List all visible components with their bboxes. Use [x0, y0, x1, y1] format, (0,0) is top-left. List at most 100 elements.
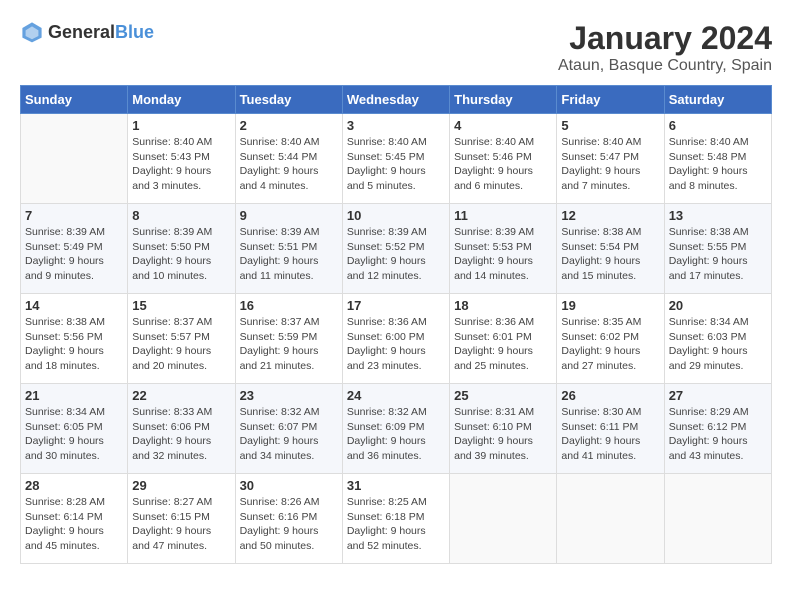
- day-number: 3: [347, 118, 445, 133]
- calendar-cell: 22Sunrise: 8:33 AM Sunset: 6:06 PM Dayli…: [128, 384, 235, 474]
- day-info: Sunrise: 8:34 AM Sunset: 6:05 PM Dayligh…: [25, 405, 123, 464]
- calendar-header-sunday: Sunday: [21, 86, 128, 114]
- day-number: 25: [454, 388, 552, 403]
- day-number: 27: [669, 388, 767, 403]
- day-info: Sunrise: 8:33 AM Sunset: 6:06 PM Dayligh…: [132, 405, 230, 464]
- calendar-cell: 17 Sunrise: 8:36 AM Sunset: 6:00 PM Dayli…: [342, 294, 449, 384]
- day-info: Sunrise: 8:34 AM Sunset: 6:03 PM Dayligh…: [669, 315, 767, 374]
- day-info: Sunrise: 8:40 AM Sunset: 5:44 PM Dayligh…: [240, 135, 338, 194]
- day-info: Sunrise: 8:30 AM Sunset: 6:11 PM Dayligh…: [561, 405, 659, 464]
- calendar-week-4: 21Sunrise: 8:34 AM Sunset: 6:05 PM Dayli…: [21, 384, 772, 474]
- calendar-cell: 6 Sunrise: 8:40 AM Sunset: 5:48 PM Daylig…: [664, 114, 771, 204]
- day-info: Sunrise: 8:25 AM Sunset: 6:18 PM Dayligh…: [347, 495, 445, 554]
- day-number: 4: [454, 118, 552, 133]
- calendar-cell: 8 Sunrise: 8:39 AM Sunset: 5:50 PM Daylig…: [128, 204, 235, 294]
- header: GeneralBlue January 2024 Ataun, Basque C…: [20, 20, 772, 75]
- day-info: Sunrise: 8:27 AM Sunset: 6:15 PM Dayligh…: [132, 495, 230, 554]
- subtitle: Ataun, Basque Country, Spain: [558, 57, 772, 75]
- day-number: 20: [669, 298, 767, 313]
- calendar-week-1: 1 Sunrise: 8:40 AM Sunset: 5:43 PM Daylig…: [21, 114, 772, 204]
- day-number: 30: [240, 478, 338, 493]
- calendar-cell: 18 Sunrise: 8:36 AM Sunset: 6:01 PM Dayli…: [450, 294, 557, 384]
- calendar-header-wednesday: Wednesday: [342, 86, 449, 114]
- day-info: Sunrise: 8:40 AM Sunset: 5:47 PM Dayligh…: [561, 135, 659, 194]
- day-info: Sunrise: 8:40 AM Sunset: 5:48 PM Dayligh…: [669, 135, 767, 194]
- day-number: 26: [561, 388, 659, 403]
- calendar-week-5: 28Sunrise: 8:28 AM Sunset: 6:14 PM Dayli…: [21, 474, 772, 564]
- day-info: Sunrise: 8:28 AM Sunset: 6:14 PM Dayligh…: [25, 495, 123, 554]
- day-info: Sunrise: 8:40 AM Sunset: 5:43 PM Dayligh…: [132, 135, 230, 194]
- day-info: Sunrise: 8:31 AM Sunset: 6:10 PM Dayligh…: [454, 405, 552, 464]
- calendar-cell: 14Sunrise: 8:38 AM Sunset: 5:56 PM Dayli…: [21, 294, 128, 384]
- day-info: Sunrise: 8:32 AM Sunset: 6:07 PM Dayligh…: [240, 405, 338, 464]
- day-info: Sunrise: 8:35 AM Sunset: 6:02 PM Dayligh…: [561, 315, 659, 374]
- day-info: Sunrise: 8:39 AM Sunset: 5:49 PM Dayligh…: [25, 225, 123, 284]
- day-info: Sunrise: 8:40 AM Sunset: 5:46 PM Dayligh…: [454, 135, 552, 194]
- calendar-cell: 13 Sunrise: 8:38 AM Sunset: 5:55 PM Dayli…: [664, 204, 771, 294]
- day-info: Sunrise: 8:37 AM Sunset: 5:59 PM Dayligh…: [240, 315, 338, 374]
- calendar-cell: 3 Sunrise: 8:40 AM Sunset: 5:45 PM Daylig…: [342, 114, 449, 204]
- calendar-cell: 9 Sunrise: 8:39 AM Sunset: 5:51 PM Daylig…: [235, 204, 342, 294]
- day-info: Sunrise: 8:37 AM Sunset: 5:57 PM Dayligh…: [132, 315, 230, 374]
- calendar-cell: 2 Sunrise: 8:40 AM Sunset: 5:44 PM Daylig…: [235, 114, 342, 204]
- day-info: Sunrise: 8:39 AM Sunset: 5:53 PM Dayligh…: [454, 225, 552, 284]
- day-number: 24: [347, 388, 445, 403]
- logo-general-text: General: [48, 22, 115, 42]
- calendar-cell: 7 Sunrise: 8:39 AM Sunset: 5:49 PM Daylig…: [21, 204, 128, 294]
- calendar-cell: 20 Sunrise: 8:34 AM Sunset: 6:03 PM Dayli…: [664, 294, 771, 384]
- day-number: 29: [132, 478, 230, 493]
- title-section: January 2024 Ataun, Basque Country, Spai…: [558, 20, 772, 75]
- day-number: 16: [240, 298, 338, 313]
- calendar-header-tuesday: Tuesday: [235, 86, 342, 114]
- day-info: Sunrise: 8:32 AM Sunset: 6:09 PM Dayligh…: [347, 405, 445, 464]
- logo-icon: [20, 20, 44, 44]
- calendar-cell: 4 Sunrise: 8:40 AM Sunset: 5:46 PM Daylig…: [450, 114, 557, 204]
- calendar-cell: [557, 474, 664, 564]
- day-number: 19: [561, 298, 659, 313]
- calendar-cell: 25 Sunrise: 8:31 AM Sunset: 6:10 PM Dayli…: [450, 384, 557, 474]
- calendar-header-thursday: Thursday: [450, 86, 557, 114]
- day-number: 7: [25, 208, 123, 223]
- day-number: 31: [347, 478, 445, 493]
- calendar-cell: 31 Sunrise: 8:25 AM Sunset: 6:18 PM Dayli…: [342, 474, 449, 564]
- day-info: Sunrise: 8:38 AM Sunset: 5:56 PM Dayligh…: [25, 315, 123, 374]
- calendar-header-friday: Friday: [557, 86, 664, 114]
- day-number: 9: [240, 208, 338, 223]
- day-number: 5: [561, 118, 659, 133]
- logo: GeneralBlue: [20, 20, 154, 44]
- logo-general: GeneralBlue: [48, 22, 154, 43]
- calendar-cell: 30 Sunrise: 8:26 AM Sunset: 6:16 PM Dayli…: [235, 474, 342, 564]
- day-number: 17: [347, 298, 445, 313]
- day-number: 13: [669, 208, 767, 223]
- day-number: 18: [454, 298, 552, 313]
- day-number: 1: [132, 118, 230, 133]
- day-number: 6: [669, 118, 767, 133]
- calendar-cell: [664, 474, 771, 564]
- day-info: Sunrise: 8:36 AM Sunset: 6:01 PM Dayligh…: [454, 315, 552, 374]
- day-info: Sunrise: 8:38 AM Sunset: 5:54 PM Dayligh…: [561, 225, 659, 284]
- calendar-cell: 12 Sunrise: 8:38 AM Sunset: 5:54 PM Dayli…: [557, 204, 664, 294]
- calendar-header-monday: Monday: [128, 86, 235, 114]
- day-info: Sunrise: 8:39 AM Sunset: 5:52 PM Dayligh…: [347, 225, 445, 284]
- day-info: Sunrise: 8:40 AM Sunset: 5:45 PM Dayligh…: [347, 135, 445, 194]
- day-number: 15: [132, 298, 230, 313]
- calendar-cell: 19 Sunrise: 8:35 AM Sunset: 6:02 PM Dayli…: [557, 294, 664, 384]
- day-number: 10: [347, 208, 445, 223]
- day-info: Sunrise: 8:38 AM Sunset: 5:55 PM Dayligh…: [669, 225, 767, 284]
- calendar: SundayMondayTuesdayWednesdayThursdayFrid…: [20, 85, 772, 564]
- day-info: Sunrise: 8:36 AM Sunset: 6:00 PM Dayligh…: [347, 315, 445, 374]
- calendar-week-3: 14Sunrise: 8:38 AM Sunset: 5:56 PM Dayli…: [21, 294, 772, 384]
- calendar-cell: 11Sunrise: 8:39 AM Sunset: 5:53 PM Dayli…: [450, 204, 557, 294]
- day-number: 12: [561, 208, 659, 223]
- calendar-cell: 10 Sunrise: 8:39 AM Sunset: 5:52 PM Dayli…: [342, 204, 449, 294]
- day-number: 8: [132, 208, 230, 223]
- day-info: Sunrise: 8:26 AM Sunset: 6:16 PM Dayligh…: [240, 495, 338, 554]
- day-info: Sunrise: 8:39 AM Sunset: 5:51 PM Dayligh…: [240, 225, 338, 284]
- calendar-cell: 29 Sunrise: 8:27 AM Sunset: 6:15 PM Dayli…: [128, 474, 235, 564]
- calendar-cell: 26 Sunrise: 8:30 AM Sunset: 6:11 PM Dayli…: [557, 384, 664, 474]
- day-info: Sunrise: 8:39 AM Sunset: 5:50 PM Dayligh…: [132, 225, 230, 284]
- logo-blue-text: Blue: [115, 22, 154, 42]
- day-info: Sunrise: 8:29 AM Sunset: 6:12 PM Dayligh…: [669, 405, 767, 464]
- calendar-cell: 16 Sunrise: 8:37 AM Sunset: 5:59 PM Dayli…: [235, 294, 342, 384]
- day-number: 2: [240, 118, 338, 133]
